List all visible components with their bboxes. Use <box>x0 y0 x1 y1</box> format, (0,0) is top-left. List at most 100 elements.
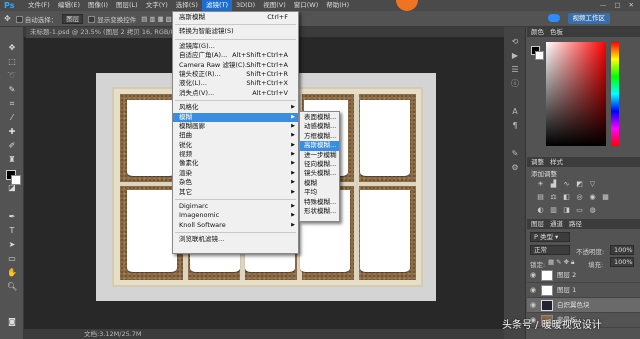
auto-select-dropdown[interactable]: 图层 <box>62 13 84 24</box>
channel-mixer-icon[interactable]: ◉ <box>588 193 597 201</box>
healing-brush-icon[interactable]: ✚ <box>7 127 17 137</box>
submenu-item[interactable]: 进一步模糊 <box>300 151 339 160</box>
menu-item-blur-gallery[interactable]: 模糊画廊 ▶ <box>173 122 298 131</box>
menu-edit[interactable]: 编辑(E) <box>54 0 84 11</box>
menu-layer[interactable]: 图层(L) <box>112 0 142 11</box>
tab-channels[interactable]: 通道 <box>550 219 563 229</box>
lasso-tool-icon[interactable]: ➰ <box>7 71 17 81</box>
black-white-icon[interactable]: ◧ <box>562 193 571 201</box>
color-picker-field[interactable] <box>546 42 606 146</box>
actions-icon[interactable]: ▶ <box>510 51 520 60</box>
menu-item-noise[interactable]: 杂色 ▶ <box>173 178 298 187</box>
curves-icon[interactable]: ∿ <box>562 180 571 188</box>
tab-paths[interactable]: 路径 <box>569 219 582 229</box>
crop-tool-icon[interactable]: ⌗ <box>7 99 17 109</box>
layer-filter-dropdown[interactable]: P 类型 ▾ <box>530 232 570 242</box>
tab-adjustments[interactable]: 调整 <box>531 157 544 167</box>
color-lookup-icon[interactable]: ▦ <box>601 193 610 201</box>
menu-item-browse-online[interactable]: 浏览联机滤镜... <box>173 235 298 244</box>
properties-icon[interactable]: ☰ <box>510 65 520 74</box>
menu-help[interactable]: 帮助(H) <box>322 0 353 11</box>
menu-item-vanishing-point[interactable]: 消失点(V)... Alt+Ctrl+V <box>173 89 298 98</box>
submenu-item[interactable]: 径向模糊... <box>300 160 339 169</box>
hue-saturation-icon[interactable]: ▤ <box>536 193 545 201</box>
tab-styles[interactable]: 样式 <box>550 157 563 167</box>
cloud-icon[interactable] <box>548 14 560 22</box>
gradient-map-icon[interactable]: ▭ <box>575 206 584 214</box>
menu-image[interactable]: 图像(I) <box>84 0 112 11</box>
hue-slider[interactable] <box>611 42 619 146</box>
menu-item-other[interactable]: 其它 ▶ <box>173 188 298 197</box>
menu-item-liquify[interactable]: 液化(L)... Shift+Ctrl+X <box>173 79 298 88</box>
submenu-item[interactable]: 平均 <box>300 188 339 197</box>
threshold-icon[interactable]: ◨ <box>562 206 571 214</box>
minimize-button[interactable]: — <box>600 1 607 9</box>
blend-mode-dropdown[interactable]: 正常 <box>530 245 570 255</box>
menu-file[interactable]: 文件(F) <box>24 0 54 11</box>
info-icon[interactable]: ⓘ <box>510 79 520 88</box>
history-icon[interactable]: ⟲ <box>510 37 520 46</box>
show-transform-checkbox[interactable]: 显示变换控件 <box>88 14 136 24</box>
menu-item-knoll[interactable]: Knoll Software ▶ <box>173 221 298 230</box>
eye-icon[interactable]: ◉ <box>530 268 536 283</box>
submenu-item[interactable]: 形状模糊... <box>300 207 339 216</box>
menu-filter[interactable]: 滤镜(T) <box>201 0 232 11</box>
menu-view[interactable]: 视图(V) <box>259 0 290 11</box>
type-tool-icon[interactable]: T <box>7 226 17 236</box>
auto-select-checkbox[interactable]: 自动选择： <box>15 14 57 24</box>
clone-source-icon[interactable]: ⚙ <box>510 163 520 172</box>
menu-item-lens-correction[interactable]: 镜头校正(R)... Shift+Ctrl+R <box>173 70 298 79</box>
brush-tool-icon[interactable]: ✐ <box>7 141 17 151</box>
workspace-switcher[interactable]: 视频工作区 <box>567 13 610 24</box>
tab-layers[interactable]: 图层 <box>531 219 544 229</box>
submenu-item[interactable]: 方框模糊... <box>300 132 339 141</box>
paragraph-icon[interactable]: ¶ <box>510 121 520 130</box>
marquee-tool-icon[interactable]: ⬚ <box>7 57 17 67</box>
menu-item-digimarc[interactable]: Digimarc ▶ <box>173 202 298 211</box>
opacity-input[interactable]: 100% <box>610 245 634 255</box>
menu-item-adaptive-wide[interactable]: 自适应广角(A)... Alt+Shift+Ctrl+A <box>173 51 298 60</box>
menu-item-pixelate[interactable]: 像素化 ▶ <box>173 159 298 168</box>
zoom-tool-icon[interactable]: 🔍︎ <box>7 282 17 292</box>
menu-item-filter-gallery[interactable]: 滤镜库(G)... <box>173 42 298 51</box>
menu-select[interactable]: 选择(S) <box>172 0 202 11</box>
color-balance-icon[interactable]: ⚖ <box>549 193 558 201</box>
layer-row[interactable]: ◉ 图层 2 <box>527 268 640 283</box>
tab-color[interactable]: 颜色 <box>531 27 544 37</box>
eye-icon[interactable]: ◉ <box>530 298 536 313</box>
photo-filter-icon[interactable]: ◎ <box>575 193 584 201</box>
invert-icon[interactable]: ◐ <box>536 206 545 214</box>
panel-background-color[interactable] <box>535 51 544 60</box>
submenu-item[interactable]: 表面模糊... <box>300 113 339 122</box>
menu-item-camera-raw[interactable]: Camera Raw 滤镜(C)... Shift+Ctrl+A <box>173 61 298 70</box>
menu-item-convert-smart[interactable]: 转换为智能滤镜(S) <box>173 27 298 36</box>
eyedropper-icon[interactable]: ⁄ <box>7 113 17 123</box>
character-icon[interactable]: A <box>510 107 520 116</box>
submenu-item[interactable]: 镜头模糊... <box>300 169 339 178</box>
shape-tool-icon[interactable]: ▭ <box>7 254 17 264</box>
submenu-item-gaussian[interactable]: 高斯模糊... <box>300 141 339 151</box>
move-tool-icon[interactable]: ✥ <box>7 43 17 53</box>
quick-mask-icon[interactable]: ◙ <box>7 317 17 327</box>
menu-item-stylize[interactable]: 风格化 ▶ <box>173 103 298 112</box>
maximize-button[interactable]: □ <box>614 1 620 9</box>
selective-color-icon[interactable]: ◍ <box>588 206 597 214</box>
menu-item-last-filter[interactable]: 高斯模糊 Ctrl+F <box>173 13 298 22</box>
menu-window[interactable]: 窗口(W) <box>290 0 323 11</box>
close-button[interactable]: ✕ <box>629 1 634 9</box>
hand-tool-icon[interactable]: ✋ <box>7 268 17 278</box>
document-tab[interactable]: 未标题-1.psd @ 23.5% (图层 2 拷贝 16, RGB/8) <box>26 27 182 38</box>
brightness-icon[interactable]: ☀ <box>536 180 545 188</box>
stamp-tool-icon[interactable]: ♜ <box>7 155 17 165</box>
menu-item-distort[interactable]: 扭曲 ▶ <box>173 131 298 140</box>
fill-input[interactable]: 100% <box>610 257 634 267</box>
exposure-icon[interactable]: ◩ <box>575 180 584 188</box>
levels-icon[interactable]: ▟ <box>549 180 558 188</box>
lock-icons[interactable]: ▦✎✥🔒︎ <box>548 258 577 267</box>
vibrance-icon[interactable]: ▽ <box>588 180 597 188</box>
menu-item-blur[interactable]: 模糊 ▶ <box>173 112 298 122</box>
menu-item-sharpen[interactable]: 锐化 ▶ <box>173 141 298 150</box>
menu-item-imagenomic[interactable]: Imagenomic ▶ <box>173 211 298 220</box>
menu-3d[interactable]: 3D(D) <box>232 0 259 11</box>
background-color[interactable] <box>11 175 21 185</box>
